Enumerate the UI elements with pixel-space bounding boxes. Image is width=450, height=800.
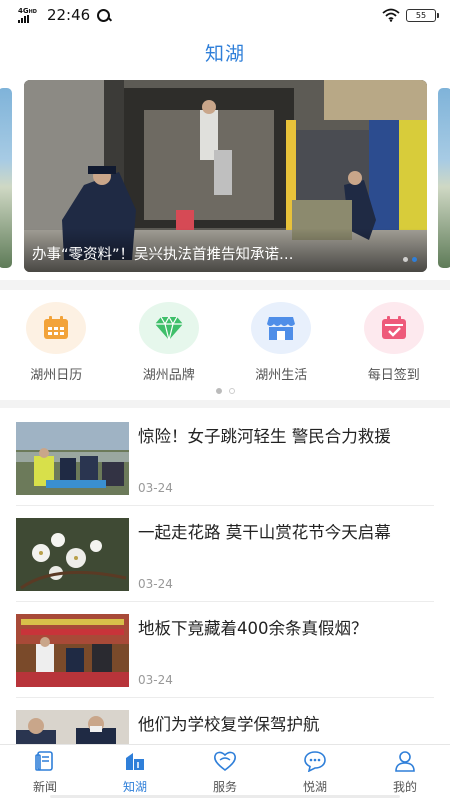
clock: 22:46 bbox=[46, 6, 91, 24]
tab-news[interactable]: 新闻 bbox=[0, 745, 90, 800]
quick-link-4[interactable]: 每日签到 bbox=[338, 302, 450, 388]
quick-link-label: 湖州生活 bbox=[255, 368, 308, 383]
nav-label: 新闻 bbox=[32, 780, 57, 794]
news-thumbnail bbox=[16, 518, 129, 591]
diamond-icon bbox=[138, 302, 199, 354]
carousel-slide[interactable]: 办事“零资料”！吴兴执法首推告知承诺… bbox=[24, 80, 427, 272]
carousel-caption[interactable]: 办事“零资料”！吴兴执法首推告知承诺… bbox=[32, 243, 392, 264]
chat-icon bbox=[303, 750, 327, 776]
network-indicator: 4GHD bbox=[18, 6, 37, 23]
heart-icon bbox=[213, 750, 237, 776]
bottom-nav: 新闻 知湖 服务 悦湖 我的 bbox=[0, 744, 450, 800]
quick-link-label: 每日签到 bbox=[367, 368, 420, 383]
status-bar: 4GHD 22:46 55 bbox=[0, 0, 450, 30]
banner-carousel[interactable]: 办事“零资料”！吴兴执法首推告知承诺… bbox=[0, 80, 450, 272]
pager-dot bbox=[215, 388, 222, 394]
news-thumbnail bbox=[16, 614, 129, 687]
news-item[interactable]: 惊险！女子跳河轻生 警民合力救援 03-24 bbox=[16, 410, 434, 506]
quick-links: 湖州日历 湖州品牌 湖州生活 每日签到 bbox=[0, 302, 450, 388]
quick-link-label: 湖州日历 bbox=[30, 368, 83, 383]
nav-label: 服务 bbox=[212, 780, 237, 794]
carousel-dot bbox=[403, 257, 408, 262]
nav-label: 知湖 bbox=[122, 780, 147, 794]
quick-link-3[interactable]: 湖州生活 bbox=[225, 302, 338, 388]
news-title[interactable]: 一起走花路 莫干山赏花节今天启幕 bbox=[138, 518, 438, 547]
tab-user[interactable]: 我的 bbox=[360, 745, 450, 800]
notification-q-icon bbox=[97, 8, 111, 22]
nav-label: 悦湖 bbox=[302, 780, 327, 794]
status-left: 4GHD 22:46 bbox=[18, 6, 111, 24]
carousel-next-card[interactable] bbox=[438, 88, 450, 268]
news-date: 03-24 bbox=[138, 673, 173, 687]
news-item[interactable]: 地板下竟藏着400余条真假烟？ 03-24 bbox=[16, 602, 434, 698]
news-date: 03-24 bbox=[138, 577, 173, 591]
news-title[interactable]: 惊险！女子跳河轻生 警民合力救援 bbox=[138, 422, 438, 451]
nav-label: 我的 bbox=[392, 780, 417, 794]
pager-dot bbox=[228, 388, 235, 394]
checkin-icon bbox=[363, 302, 424, 354]
carousel-prev-card[interactable] bbox=[0, 88, 12, 268]
news-thumbnail bbox=[16, 422, 129, 495]
tab-heart[interactable]: 服务 bbox=[180, 745, 270, 800]
quick-links-pager bbox=[0, 388, 450, 394]
news-title[interactable]: 地板下竟藏着400余条真假烟？ bbox=[138, 614, 438, 643]
news-date: 03-24 bbox=[138, 481, 173, 495]
shop-icon bbox=[251, 302, 312, 354]
network-type: 4G bbox=[18, 6, 29, 15]
news-title[interactable]: 他们为学校复学保驾护航 bbox=[138, 710, 438, 739]
quick-link-1[interactable]: 湖州日历 bbox=[0, 302, 113, 388]
tab-chat[interactable]: 悦湖 bbox=[270, 745, 360, 800]
news-list: 惊险！女子跳河轻生 警民合力救援 03-24 一起走花路 莫干山赏花节今天启幕 03-… bbox=[0, 410, 450, 794]
news-icon bbox=[34, 750, 56, 776]
zhihu-icon bbox=[124, 750, 146, 776]
section-divider bbox=[0, 400, 450, 408]
user-icon bbox=[394, 750, 416, 776]
news-item[interactable]: 一起走花路 莫干山赏花节今天启幕 03-24 bbox=[16, 506, 434, 602]
battery-level: 55 bbox=[415, 10, 427, 20]
tab-zhihu[interactable]: 知湖 bbox=[90, 745, 180, 800]
header: 知湖 bbox=[0, 30, 450, 74]
network-sub: HD bbox=[28, 8, 37, 15]
page-title: 知湖 bbox=[204, 42, 245, 65]
battery-icon: 55 bbox=[406, 8, 439, 22]
signal-icon bbox=[18, 14, 29, 23]
calendar-icon bbox=[26, 302, 87, 354]
quick-link-2[interactable]: 湖州品牌 bbox=[113, 302, 226, 388]
status-right: 55 bbox=[382, 8, 439, 22]
wifi-icon bbox=[382, 8, 400, 22]
section-divider bbox=[0, 280, 450, 290]
carousel-indicator bbox=[403, 257, 417, 262]
carousel-dot bbox=[412, 257, 417, 262]
home-indicator bbox=[50, 795, 400, 798]
quick-link-label: 湖州品牌 bbox=[142, 368, 195, 383]
